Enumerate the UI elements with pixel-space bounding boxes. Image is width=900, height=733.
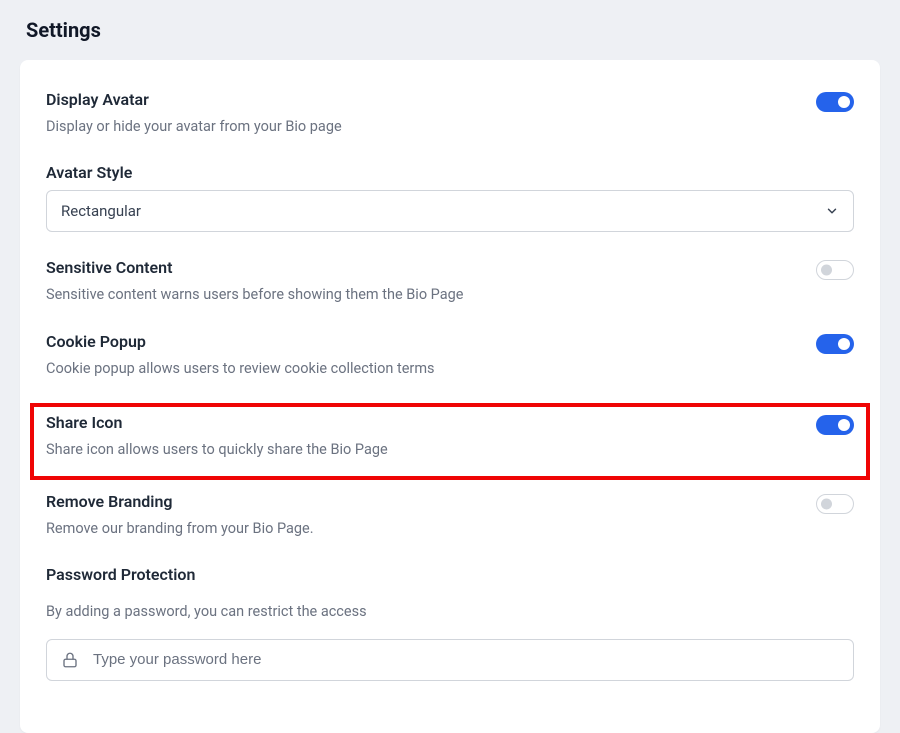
setting-cookie-popup: Cookie Popup Cookie popup allows users t… [46, 332, 854, 379]
setting-desc: Cookie popup allows users to review cook… [46, 359, 816, 379]
setting-desc: Sensitive content warns users before sho… [46, 285, 816, 305]
toggle-knob [821, 499, 832, 510]
setting-text: Sensitive Content Sensitive content warn… [46, 258, 816, 305]
setting-text: Display Avatar Display or hide your avat… [46, 90, 816, 137]
setting-title: Display Avatar [46, 90, 816, 109]
toggle-knob [838, 419, 850, 431]
setting-desc: Display or hide your avatar from your Bi… [46, 117, 816, 137]
setting-desc: By adding a password, you can restrict t… [46, 602, 854, 622]
setting-text: Cookie Popup Cookie popup allows users t… [46, 332, 816, 379]
setting-title: Password Protection [46, 565, 854, 584]
toggle-sensitive-content[interactable] [816, 260, 854, 280]
setting-title: Remove Branding [46, 492, 816, 511]
toggle-knob [821, 265, 832, 276]
setting-share-icon: Share Icon Share icon allows users to qu… [32, 405, 868, 478]
toggle-remove-branding[interactable] [816, 494, 854, 514]
select-value: Rectangular [61, 202, 141, 220]
setting-title: Avatar Style [46, 163, 854, 182]
setting-remove-branding: Remove Branding Remove our branding from… [46, 492, 854, 539]
password-input[interactable] [93, 651, 839, 668]
toggle-share-icon[interactable] [816, 415, 854, 435]
page-title: Settings [20, 18, 880, 42]
setting-text: Share Icon Share icon allows users to qu… [46, 413, 816, 460]
setting-display-avatar: Display Avatar Display or hide your avat… [46, 90, 854, 137]
lock-icon [61, 651, 79, 669]
setting-password-protection: Password Protection By adding a password… [46, 565, 854, 680]
toggle-cookie-popup[interactable] [816, 334, 854, 354]
setting-sensitive-content: Sensitive Content Sensitive content warn… [46, 258, 854, 305]
setting-title: Sensitive Content [46, 258, 816, 277]
setting-desc: Remove our branding from your Bio Page. [46, 519, 816, 539]
chevron-down-icon [825, 204, 839, 218]
setting-title: Cookie Popup [46, 332, 816, 351]
setting-avatar-style: Avatar Style Rectangular [46, 163, 854, 232]
toggle-knob [838, 96, 850, 108]
avatar-style-select[interactable]: Rectangular [46, 190, 854, 232]
toggle-display-avatar[interactable] [816, 92, 854, 112]
toggle-knob [838, 338, 850, 350]
settings-card: Display Avatar Display or hide your avat… [20, 60, 880, 733]
password-input-box[interactable] [46, 639, 854, 681]
setting-desc: Share icon allows users to quickly share… [46, 440, 816, 460]
setting-text: Remove Branding Remove our branding from… [46, 492, 816, 539]
setting-title: Share Icon [46, 413, 816, 432]
